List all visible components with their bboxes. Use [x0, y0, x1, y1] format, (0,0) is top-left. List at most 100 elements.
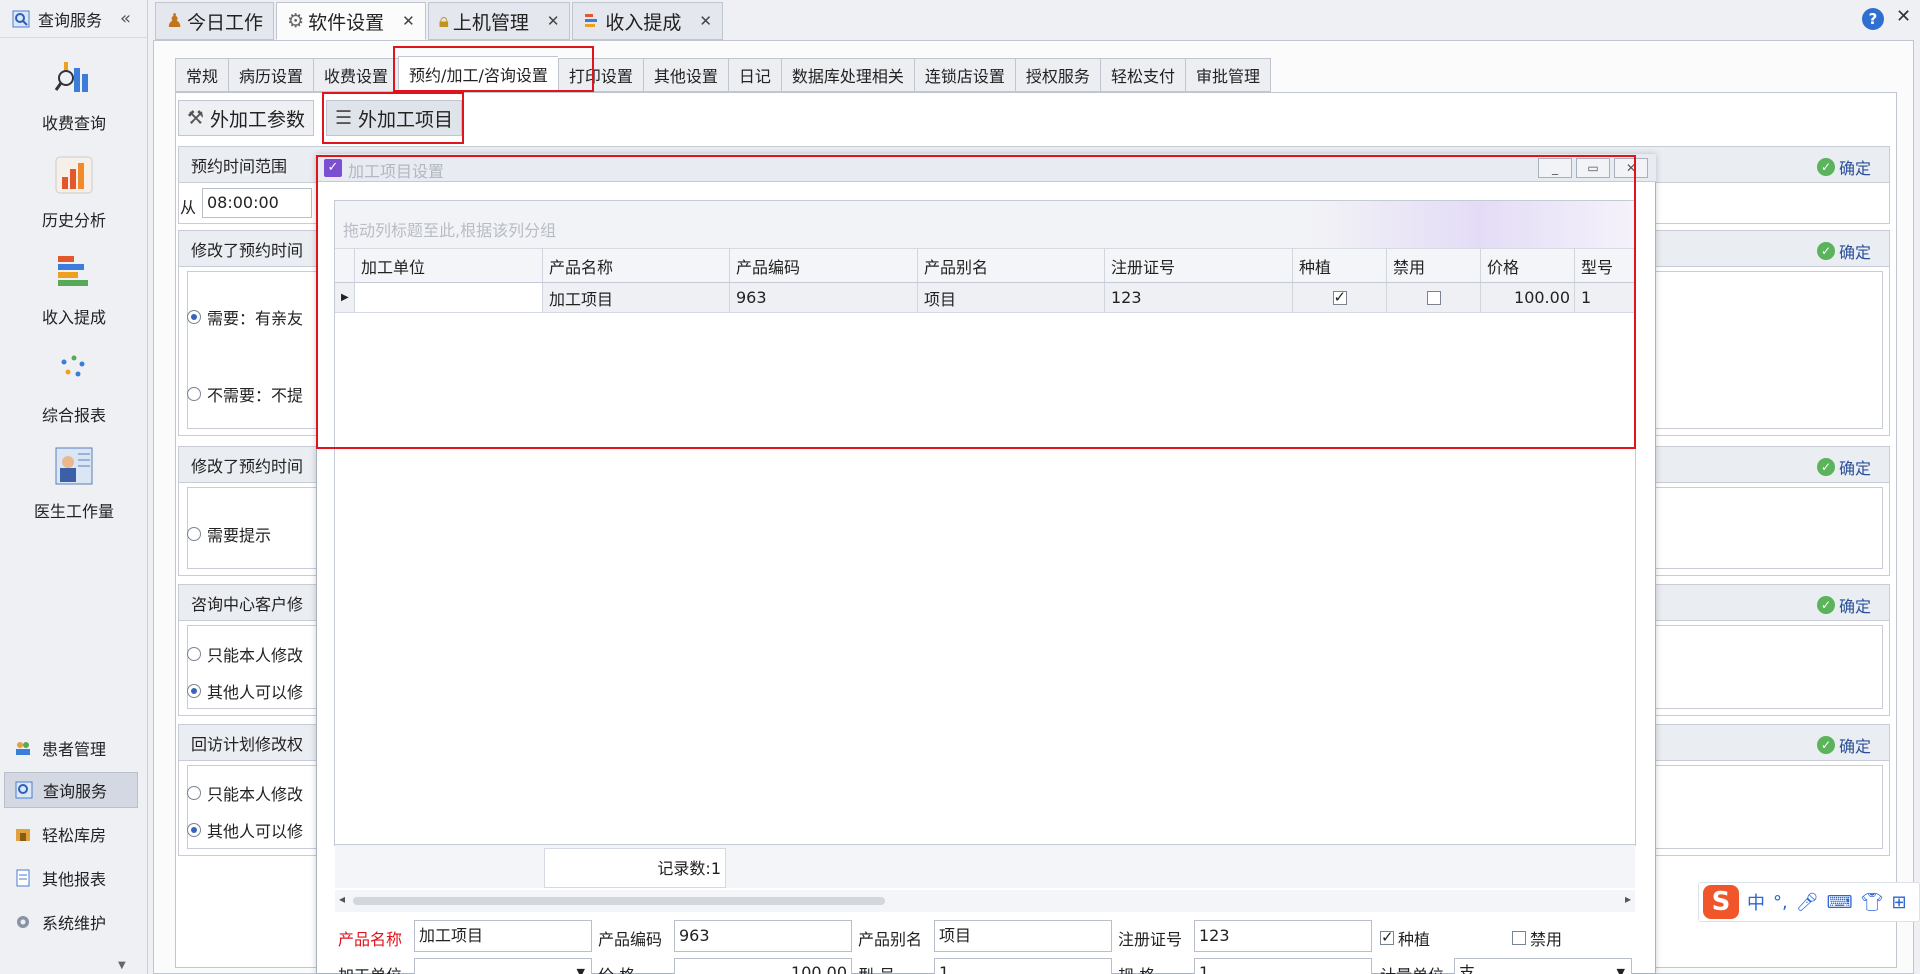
scroll-right-icon[interactable]: ▸ — [1625, 892, 1631, 906]
punctuation-icon[interactable]: °, — [1773, 892, 1788, 913]
tab-label: 收入提成 — [605, 11, 682, 34]
close-icon[interactable]: ✕ — [699, 12, 712, 30]
keyboard-icon[interactable]: ⌨ — [1827, 892, 1853, 913]
external-processing-params-button[interactable]: ⚒ 外加工参数 — [178, 100, 315, 136]
sidebar-item-income[interactable]: 收入提成 — [0, 252, 148, 328]
group-title: 修改了预约时间 — [191, 240, 304, 260]
close-icon[interactable]: ✕ — [402, 12, 415, 30]
sidebar-item-label: 综合报表 — [41, 406, 106, 425]
skin-icon[interactable]: 👕︎ — [1861, 892, 1884, 913]
radio-unchecked[interactable] — [187, 527, 201, 541]
tab-machine-management[interactable]: 🔒︎ 上机管理 ✕ — [427, 2, 571, 40]
product-name-input[interactable]: 加工项目 — [414, 920, 592, 952]
check-circle-icon: ✓ — [1816, 458, 1835, 476]
radio-unchecked[interactable] — [187, 786, 201, 800]
unit-label: 加工单位 — [338, 962, 402, 974]
sidebar-item-warehouse[interactable]: 轻松库房 — [4, 816, 138, 852]
tab-software-settings[interactable]: ⚙ 软件设置 ✕ — [276, 2, 426, 40]
grid-menu-icon[interactable]: ⊞ — [1891, 892, 1906, 913]
radio-unchecked[interactable] — [187, 387, 201, 401]
radio-checked[interactable] — [187, 310, 201, 324]
patients-icon — [16, 742, 30, 755]
ime-language[interactable]: 中 — [1747, 889, 1765, 915]
subtab-database[interactable]: 数据库处理相关 — [780, 58, 914, 92]
measure-unit-select[interactable]: 支 ▼ — [1454, 958, 1632, 974]
tab-label: 今日工作 — [187, 11, 264, 34]
sidebar-item-report[interactable]: 综合报表 — [0, 350, 148, 426]
doctor-board-icon — [55, 447, 93, 485]
tab-today-work[interactable]: ♟ 今日工作 — [155, 2, 275, 40]
model-input[interactable]: 1 — [934, 958, 1112, 974]
sidebar-item-fee-query[interactable]: 收费查询 — [0, 58, 148, 134]
horizontal-scrollbar[interactable]: ◂ ▸ — [335, 890, 1635, 912]
subtab-chain-store[interactable]: 连锁店设置 — [913, 58, 1015, 92]
confirm-button[interactable]: ✓ 确定 — [1816, 593, 1871, 617]
group-title: 预约时间范围 — [191, 156, 288, 176]
scrollbar-thumb[interactable] — [353, 897, 885, 905]
subtab-record-settings[interactable]: 病历设置 — [228, 58, 314, 92]
checkbox-label: 禁用 — [1530, 930, 1563, 949]
microphone-icon[interactable]: 🎤︎ — [1796, 892, 1819, 913]
close-icon[interactable]: ✕ — [547, 12, 560, 30]
option-self-only[interactable]: 只能本人修改 — [187, 781, 303, 805]
sidebar-item-maintenance[interactable]: 系统维护 — [4, 904, 138, 940]
subtab-easy-pay[interactable]: 轻松支付 — [1099, 58, 1185, 92]
gear-icon: ⚙ — [287, 10, 305, 32]
from-time-input[interactable]: 08:00:00 — [202, 188, 312, 218]
tab-income-commission[interactable]: 收入提成 ✕ — [572, 2, 723, 40]
chevron-down-icon[interactable]: ▼ — [118, 960, 126, 971]
option-others-allowed[interactable]: 其他人可以修 — [187, 818, 303, 842]
sidebar-item-label: 患者管理 — [42, 740, 107, 759]
radio-checked[interactable] — [187, 823, 201, 837]
collapse-sidebar-icon[interactable]: « — [120, 8, 131, 29]
option-others-allowed[interactable]: 其他人可以修 — [187, 679, 303, 703]
close-icon[interactable]: ✕ — [1896, 6, 1911, 27]
sogou-logo-icon: S — [1703, 885, 1739, 919]
subtab-approval[interactable]: 审批管理 — [1184, 58, 1271, 92]
subtab-general[interactable]: 常规 — [175, 58, 229, 92]
radio-checked[interactable] — [187, 684, 201, 698]
sidebar-item-label: 查询服务 — [43, 782, 108, 801]
sidebar-item-label: 医生工作量 — [33, 502, 114, 521]
option-no-need[interactable]: 不需要：不提 — [187, 382, 303, 406]
subtab-diary[interactable]: 日记 — [727, 58, 781, 92]
reg-number-input[interactable]: 123 — [1194, 920, 1372, 952]
sidebar-item-patients[interactable]: 患者管理 — [4, 730, 138, 766]
radio-unchecked[interactable] — [187, 647, 201, 661]
confirm-label: 确定 — [1838, 597, 1871, 616]
group-title: 回访计划修改权 — [191, 734, 304, 754]
sidebar-item-other-reports[interactable]: 其他报表 — [4, 860, 138, 896]
option-self-only[interactable]: 只能本人修改 — [187, 642, 303, 666]
product-alias-label: 产品别名 — [858, 930, 923, 949]
option-need[interactable]: 需要：有亲友 — [187, 305, 303, 329]
sidebar-header: 查询服务 « — [0, 0, 148, 38]
spec-input[interactable]: 1 — [1194, 958, 1372, 974]
subtab-other-settings[interactable]: 其他设置 — [642, 58, 728, 92]
sidebar-item-label: 系统维护 — [42, 914, 107, 933]
sidebar-item-history[interactable]: 历史分析 — [0, 155, 148, 231]
option-need-prompt[interactable]: 需要提示 — [187, 522, 271, 546]
sidebar-item-doctor-workload[interactable]: 医生工作量 — [0, 446, 148, 522]
subtab-license[interactable]: 授权服务 — [1014, 58, 1100, 92]
stacked-bar-icon — [585, 14, 598, 27]
product-alias-input[interactable]: 项目 — [934, 920, 1112, 952]
stacked-bar-icon — [58, 256, 88, 286]
sidebar-item-query[interactable]: 查询服务 — [4, 772, 138, 808]
checkbox-unchecked[interactable] — [1512, 931, 1526, 945]
product-code-input[interactable]: 963 — [674, 920, 852, 952]
checkbox-checked[interactable] — [1380, 928, 1394, 946]
confirm-button[interactable]: ✓ 确定 — [1816, 455, 1871, 479]
disabled-checkbox[interactable]: 禁用 — [1512, 926, 1562, 950]
help-icon[interactable]: ? — [1862, 8, 1884, 30]
scroll-left-icon[interactable]: ◂ — [339, 892, 345, 906]
lock-icon: 🔒︎ — [438, 10, 449, 32]
ime-toolbar[interactable]: S 中 °, 🎤︎ ⌨ 👕︎ ⊞ — [1698, 882, 1920, 922]
confirm-button[interactable]: ✓ 确定 — [1816, 733, 1871, 757]
subtab-fee-settings[interactable]: 收费设置 — [313, 58, 399, 92]
sidebar-item-label: 轻松库房 — [42, 826, 107, 845]
confirm-button[interactable]: ✓ 确定 — [1816, 155, 1871, 179]
confirm-button[interactable]: ✓ 确定 — [1816, 239, 1871, 263]
unit-select[interactable]: ▼ — [414, 958, 592, 974]
plant-checkbox[interactable]: 种植 — [1380, 926, 1430, 950]
price-input[interactable]: 100.00 — [674, 958, 852, 974]
